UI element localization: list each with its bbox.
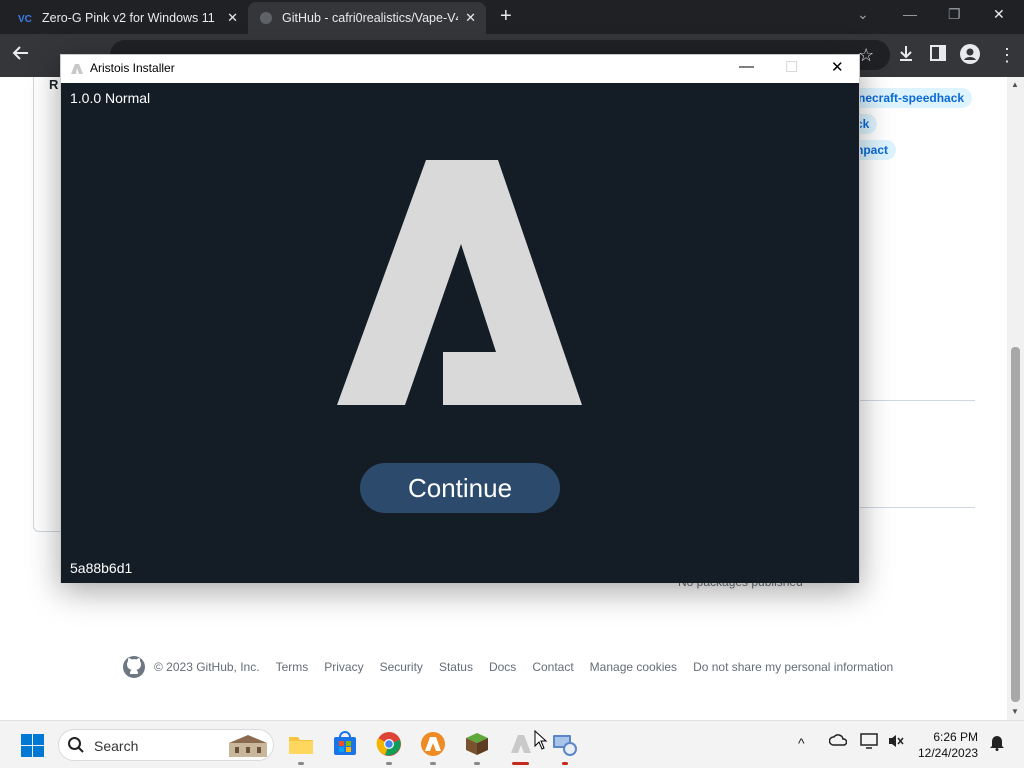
new-tab-icon[interactable]: + bbox=[500, 6, 512, 26]
network-monitor-icon[interactable] bbox=[860, 733, 878, 752]
topic-tag[interactable]: necraft-speedhack bbox=[850, 88, 973, 108]
taskbar-running-indicator bbox=[298, 762, 304, 765]
page-scrollbar[interactable]: ▲ ▼ bbox=[1007, 77, 1024, 720]
windows-taskbar: Search ^ 6:26 PM 12/24/2023 bbox=[0, 720, 1024, 768]
tab-github[interactable]: GitHub - cafri0realistics/Vape-V4 ✕ bbox=[248, 2, 486, 34]
installer-titlebar[interactable]: Aristois Installer — ☐ ✕ bbox=[61, 55, 859, 83]
divider bbox=[860, 507, 975, 508]
footer-link-terms[interactable]: Terms bbox=[276, 660, 309, 674]
aristois-small-logo-icon bbox=[71, 62, 83, 74]
installer-body: 1.0.0 Normal Continue 5a88b6d1 bbox=[61, 83, 859, 583]
restore-icon[interactable]: ❐ bbox=[948, 6, 961, 23]
menu-kebab-icon[interactable]: ⋮ bbox=[998, 44, 1016, 66]
footer-copyright: © 2023 GitHub, Inc. bbox=[154, 660, 260, 674]
build-hash: 5a88b6d1 bbox=[70, 560, 133, 576]
remote-desktop-icon[interactable] bbox=[552, 731, 578, 757]
taskbar-running-indicator bbox=[474, 762, 480, 765]
microsoft-store-icon[interactable] bbox=[332, 731, 358, 757]
tab-title: GitHub - cafri0realistics/Vape-V4 bbox=[282, 11, 458, 25]
taskbar-running-indicator bbox=[430, 762, 436, 765]
minecraft-launcher-icon[interactable] bbox=[464, 731, 490, 757]
divider bbox=[860, 400, 975, 401]
taskbar-active-indicator bbox=[512, 762, 529, 765]
download-icon[interactable] bbox=[897, 44, 915, 67]
scroll-down-icon[interactable]: ▼ bbox=[1011, 707, 1019, 716]
footer-link-contact[interactable]: Contact bbox=[532, 660, 573, 674]
readme-heading: R bbox=[49, 77, 59, 92]
taskbar-search[interactable]: Search bbox=[58, 729, 274, 761]
scroll-thumb[interactable] bbox=[1011, 347, 1020, 702]
footer-link-privacy[interactable]: Privacy bbox=[324, 660, 363, 674]
tab-close-icon[interactable]: ✕ bbox=[465, 10, 476, 26]
clock-time: 6:26 PM bbox=[933, 730, 979, 744]
search-icon bbox=[67, 736, 85, 754]
tab-close-icon[interactable]: ✕ bbox=[227, 10, 238, 26]
taskbar-running-indicator bbox=[562, 762, 568, 765]
github-footer: © 2023 GitHub, Inc. Terms Privacy Securi… bbox=[122, 655, 909, 679]
readme-card bbox=[33, 77, 63, 532]
notification-bell-icon[interactable] bbox=[989, 733, 1005, 754]
footer-link-manage-cookies[interactable]: Manage cookies bbox=[590, 660, 677, 674]
back-icon[interactable] bbox=[12, 44, 30, 67]
vc-favicon-icon: VC bbox=[18, 10, 34, 26]
installer-title: Aristois Installer bbox=[90, 61, 175, 75]
minimize-icon[interactable]: — bbox=[903, 6, 917, 22]
file-explorer-icon[interactable] bbox=[288, 731, 314, 757]
footer-link-status[interactable]: Status bbox=[439, 660, 473, 674]
footer-link-docs[interactable]: Docs bbox=[489, 660, 516, 674]
search-label: Search bbox=[94, 738, 139, 754]
windows-start-icon[interactable] bbox=[21, 734, 44, 757]
profile-avatar-icon[interactable] bbox=[960, 44, 980, 69]
scroll-up-icon[interactable]: ▲ bbox=[1011, 80, 1019, 89]
tab-title: Zero-G Pink v2 for Windows 11 bbox=[42, 11, 215, 25]
aristois-app-icon[interactable] bbox=[420, 731, 446, 757]
installer-maximize-icon: ☐ bbox=[785, 59, 799, 76]
tab-zero-g-pink[interactable]: VC Zero-G Pink v2 for Windows 11 ✕ bbox=[8, 2, 248, 34]
browser-tab-strip: VC Zero-G Pink v2 for Windows 11 ✕ GitHu… bbox=[0, 0, 1024, 34]
aristois-installer-taskbar-icon[interactable] bbox=[508, 731, 534, 757]
onedrive-cloud-icon[interactable] bbox=[828, 733, 848, 750]
svg-text:VC: VC bbox=[18, 14, 32, 24]
show-hidden-icons-chevron-icon[interactable]: ^ bbox=[798, 735, 805, 751]
side-panel-icon[interactable] bbox=[929, 44, 947, 67]
mouse-cursor-icon bbox=[534, 730, 548, 750]
footer-link-do-not-share[interactable]: Do not share my personal information bbox=[693, 660, 893, 674]
installer-version: 1.0.0 Normal bbox=[70, 90, 151, 106]
aristois-logo-icon bbox=[337, 160, 582, 405]
aristois-installer-window: Aristois Installer — ☐ ✕ 1.0.0 Normal Co… bbox=[60, 54, 860, 583]
github-logo-icon[interactable] bbox=[122, 655, 146, 679]
clock-date: 12/24/2023 bbox=[918, 746, 979, 760]
speaker-muted-icon[interactable] bbox=[887, 733, 905, 752]
chrome-icon[interactable] bbox=[376, 731, 402, 757]
installer-close-icon[interactable]: ✕ bbox=[831, 58, 844, 76]
continue-button[interactable]: Continue bbox=[360, 463, 560, 513]
search-highlight-icon bbox=[225, 733, 271, 759]
installer-minimize-icon[interactable]: — bbox=[739, 58, 754, 75]
tab-search-chevron-icon[interactable]: ⌄ bbox=[857, 6, 869, 23]
taskbar-running-indicator bbox=[386, 762, 392, 765]
footer-link-security[interactable]: Security bbox=[380, 660, 423, 674]
bookmark-star-icon[interactable]: ☆ bbox=[858, 44, 874, 66]
github-favicon-icon bbox=[258, 10, 274, 26]
close-window-icon[interactable]: ✕ bbox=[993, 6, 1005, 23]
system-clock[interactable]: 6:26 PM 12/24/2023 bbox=[918, 729, 978, 761]
